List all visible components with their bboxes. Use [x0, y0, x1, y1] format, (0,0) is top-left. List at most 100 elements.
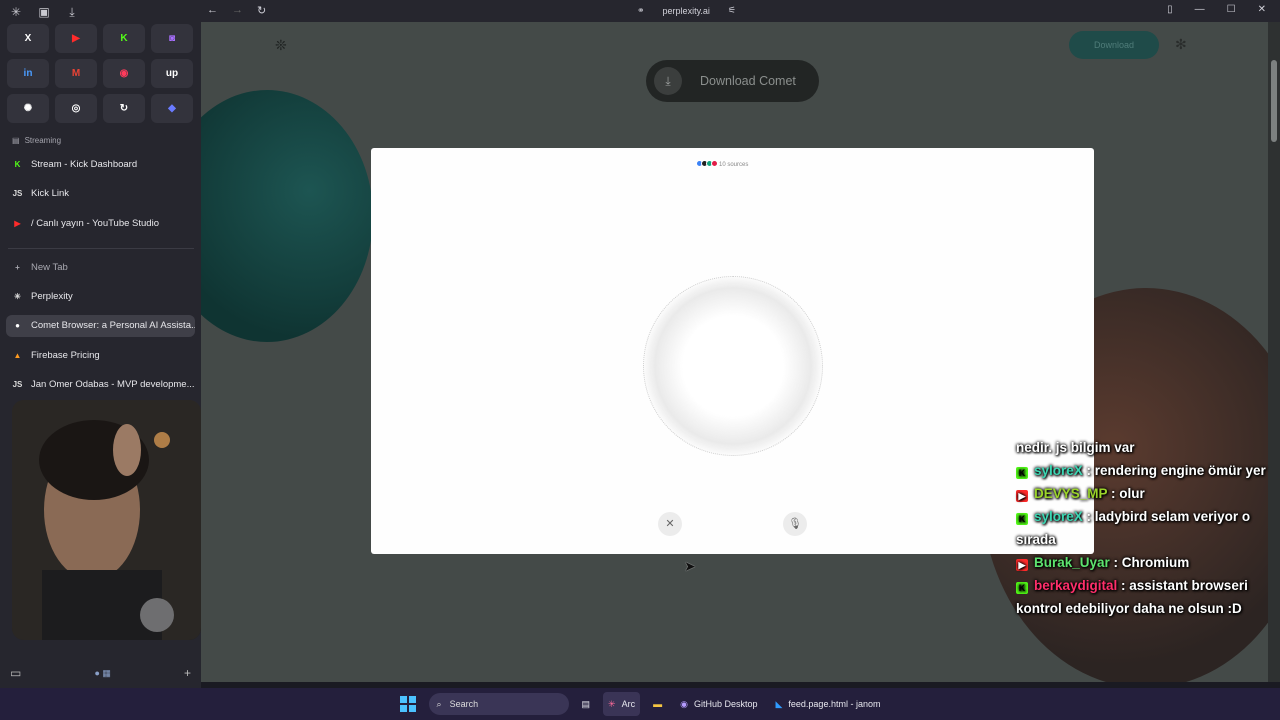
back-icon[interactable]: ←: [207, 4, 218, 17]
settings-sliders-icon[interactable]: ⚟: [728, 5, 736, 16]
upwork-icon: up: [165, 68, 179, 79]
forward-icon[interactable]: →: [232, 4, 243, 17]
sidebar-tab[interactable]: ● Comet Browser: a Personal AI Assista...: [6, 314, 195, 337]
chat-message: KsyloreX : ladybird selam veriyor o sıra…: [1016, 505, 1278, 551]
tab-label: Perplexity: [31, 290, 73, 302]
pinned-youtube[interactable]: ▶: [55, 24, 97, 53]
split-view-icon[interactable]: ▯: [1167, 4, 1173, 15]
maximize-icon[interactable]: ☐: [1227, 4, 1236, 15]
download-button[interactable]: Download: [1069, 31, 1159, 59]
sidebar-tab[interactable]: JS Jan Omer Odabas - MVP developme...: [6, 374, 195, 396]
chat-username: syloreX: [1034, 463, 1083, 478]
taskbar-vscode[interactable]: ◣ feed.page.html - janom: [770, 692, 885, 716]
bug-icon[interactable]: ✻: [1175, 36, 1187, 53]
close-window-icon[interactable]: ✕: [1258, 4, 1266, 15]
diamond-icon: ◆: [168, 103, 176, 114]
linkedin-icon: in: [23, 68, 33, 79]
youtube-icon: ▶: [14, 218, 21, 228]
add-space-icon[interactable]: +: [184, 666, 191, 680]
close-button[interactable]: ✕: [658, 512, 682, 536]
taskbar-file-explorer[interactable]: ▬: [648, 692, 667, 716]
pinned-x[interactable]: X: [7, 24, 49, 53]
pinned-chatgpt[interactable]: ✺: [7, 94, 49, 123]
tab-label: Jan Omer Odabas - MVP developme...: [31, 379, 195, 390]
link-icon[interactable]: ⚭: [637, 5, 645, 16]
new-tab-button[interactable]: + New Tab: [6, 256, 195, 278]
pinned-gmail[interactable]: M: [55, 59, 97, 88]
sidebar-tab[interactable]: K Stream - Kick Dashboard: [6, 153, 195, 175]
sidebar-footer: ▭ ● ▦ +: [10, 666, 191, 680]
chatgpt-icon: ✺: [23, 103, 33, 114]
taskbar-arc[interactable]: ✳ Arc: [603, 692, 641, 716]
section-streaming[interactable]: ▤ Streaming: [12, 136, 61, 145]
download-comet-button[interactable]: ⤓ Download Comet: [646, 60, 819, 102]
source-favicons: [696, 160, 718, 169]
youtube-icon: ▶: [72, 33, 80, 44]
sources-indicator[interactable]: 10 sources: [696, 160, 748, 169]
chat-username: DEVYS_MP: [1034, 486, 1108, 501]
kick-icon: K: [14, 159, 21, 169]
microphone-button[interactable]: 🎙︎: [783, 512, 807, 536]
chat-message: ▶ Burak_Uyar : Chromium: [1016, 551, 1278, 574]
folder-icon: ▤: [12, 136, 20, 145]
space-switcher[interactable]: ● ▦: [94, 668, 110, 679]
link-icon: JS: [12, 189, 23, 198]
archive-icon[interactable]: ▭: [10, 666, 21, 680]
taskbar-arc-label: Arc: [621, 699, 636, 709]
chat-text: : Chromium: [1109, 555, 1190, 570]
start-button[interactable]: [395, 692, 421, 716]
mouse-cursor: ➤: [684, 558, 696, 574]
sidebar-tab[interactable]: ▶ / Canlı yayın - YouTube Studio: [6, 212, 195, 234]
voice-orb-animation: [643, 276, 823, 456]
browser-toolbar: ← → ↻ ⚭ perplexity.ai ⚟ ▯ — ☐ ✕: [201, 0, 1280, 22]
tab-label: Comet Browser: a Personal AI Assista...: [31, 320, 195, 331]
pinned-kick[interactable]: K: [103, 24, 145, 53]
section-label: Streaming: [24, 136, 62, 145]
kick-icon: K: [1016, 582, 1028, 594]
pinned-sync[interactable]: ↻: [103, 94, 145, 123]
tab-label: Firebase Pricing: [31, 349, 100, 361]
sources-count: 10 sources: [719, 161, 749, 168]
new-tab-label: New Tab: [31, 261, 68, 273]
taskbar-github-desktop[interactable]: ◉ GitHub Desktop: [675, 692, 762, 716]
pinned-twitch[interactable]: ◙: [151, 24, 193, 53]
sync-icon: ↻: [119, 103, 129, 114]
windows-icon: [399, 696, 416, 712]
pinned-linkedin[interactable]: in: [7, 59, 49, 88]
pinned-favorites: X ▶ K ◙ in M ◉ up ✺ ◎ ↻ ◆: [7, 24, 193, 123]
chat-message: nedir. js bilgim var: [1016, 436, 1278, 459]
voice-assistant-modal: 10 sources ✕ 🎙︎: [371, 148, 1094, 554]
sidebar-toggle-icon[interactable]: ▣: [36, 4, 52, 20]
tab-label: Kick Link: [31, 188, 70, 199]
sidebar-tab[interactable]: ✳ Perplexity: [6, 285, 195, 307]
pinned-upwork[interactable]: up: [151, 59, 193, 88]
chat-text: : rendering engine ömür yer: [1082, 463, 1266, 478]
taskbar: ⌕ Search ▤ ✳ Arc ▬ ◉ GitHub Desktop ◣ fe…: [0, 688, 1280, 720]
github-icon: ◉: [680, 698, 688, 709]
scrollbar-thumb[interactable]: [1271, 60, 1277, 142]
arc-icon: ✳: [608, 698, 616, 709]
taskbar-search[interactable]: ⌕ Search: [428, 693, 569, 715]
sidebar: ✳ ▣ ⤓ X ▶ K ◙ in M ◉ up ✺ ◎ ↻ ◆ ▤ Streaming K Stream…: [0, 0, 201, 688]
reload-icon[interactable]: ↻: [257, 4, 266, 17]
pinned-target[interactable]: ◎: [55, 94, 97, 123]
sidebar-tab[interactable]: JS Kick Link: [6, 183, 195, 205]
download-icon[interactable]: ⤓: [64, 4, 80, 20]
chat-username: berkaydigital: [1034, 578, 1118, 593]
pinned-diamond[interactable]: ◆: [151, 94, 193, 123]
decorative-circle-left: [201, 90, 373, 342]
sidebar-tab[interactable]: ▲ Firebase Pricing: [6, 344, 195, 366]
kick-icon: K: [120, 33, 128, 44]
url-bar[interactable]: ⚭ perplexity.ai ⚟: [637, 5, 736, 16]
sidebar-divider: [8, 248, 194, 249]
twitch-icon: ◙: [168, 33, 176, 44]
pinned-record[interactable]: ◉: [103, 59, 145, 88]
arc-logo-icon[interactable]: ✳: [8, 4, 24, 20]
task-view-button[interactable]: ▤: [577, 692, 596, 716]
sidebar-toolbar: ✳ ▣ ⤓: [8, 4, 80, 20]
download-comet-label: Download Comet: [700, 74, 796, 88]
perplexity-logo-icon[interactable]: ❊: [275, 37, 287, 54]
minimize-icon[interactable]: —: [1195, 4, 1205, 15]
chat-message: KsyloreX : rendering engine ömür yer: [1016, 459, 1278, 482]
folder-icon: ▬: [653, 699, 663, 709]
